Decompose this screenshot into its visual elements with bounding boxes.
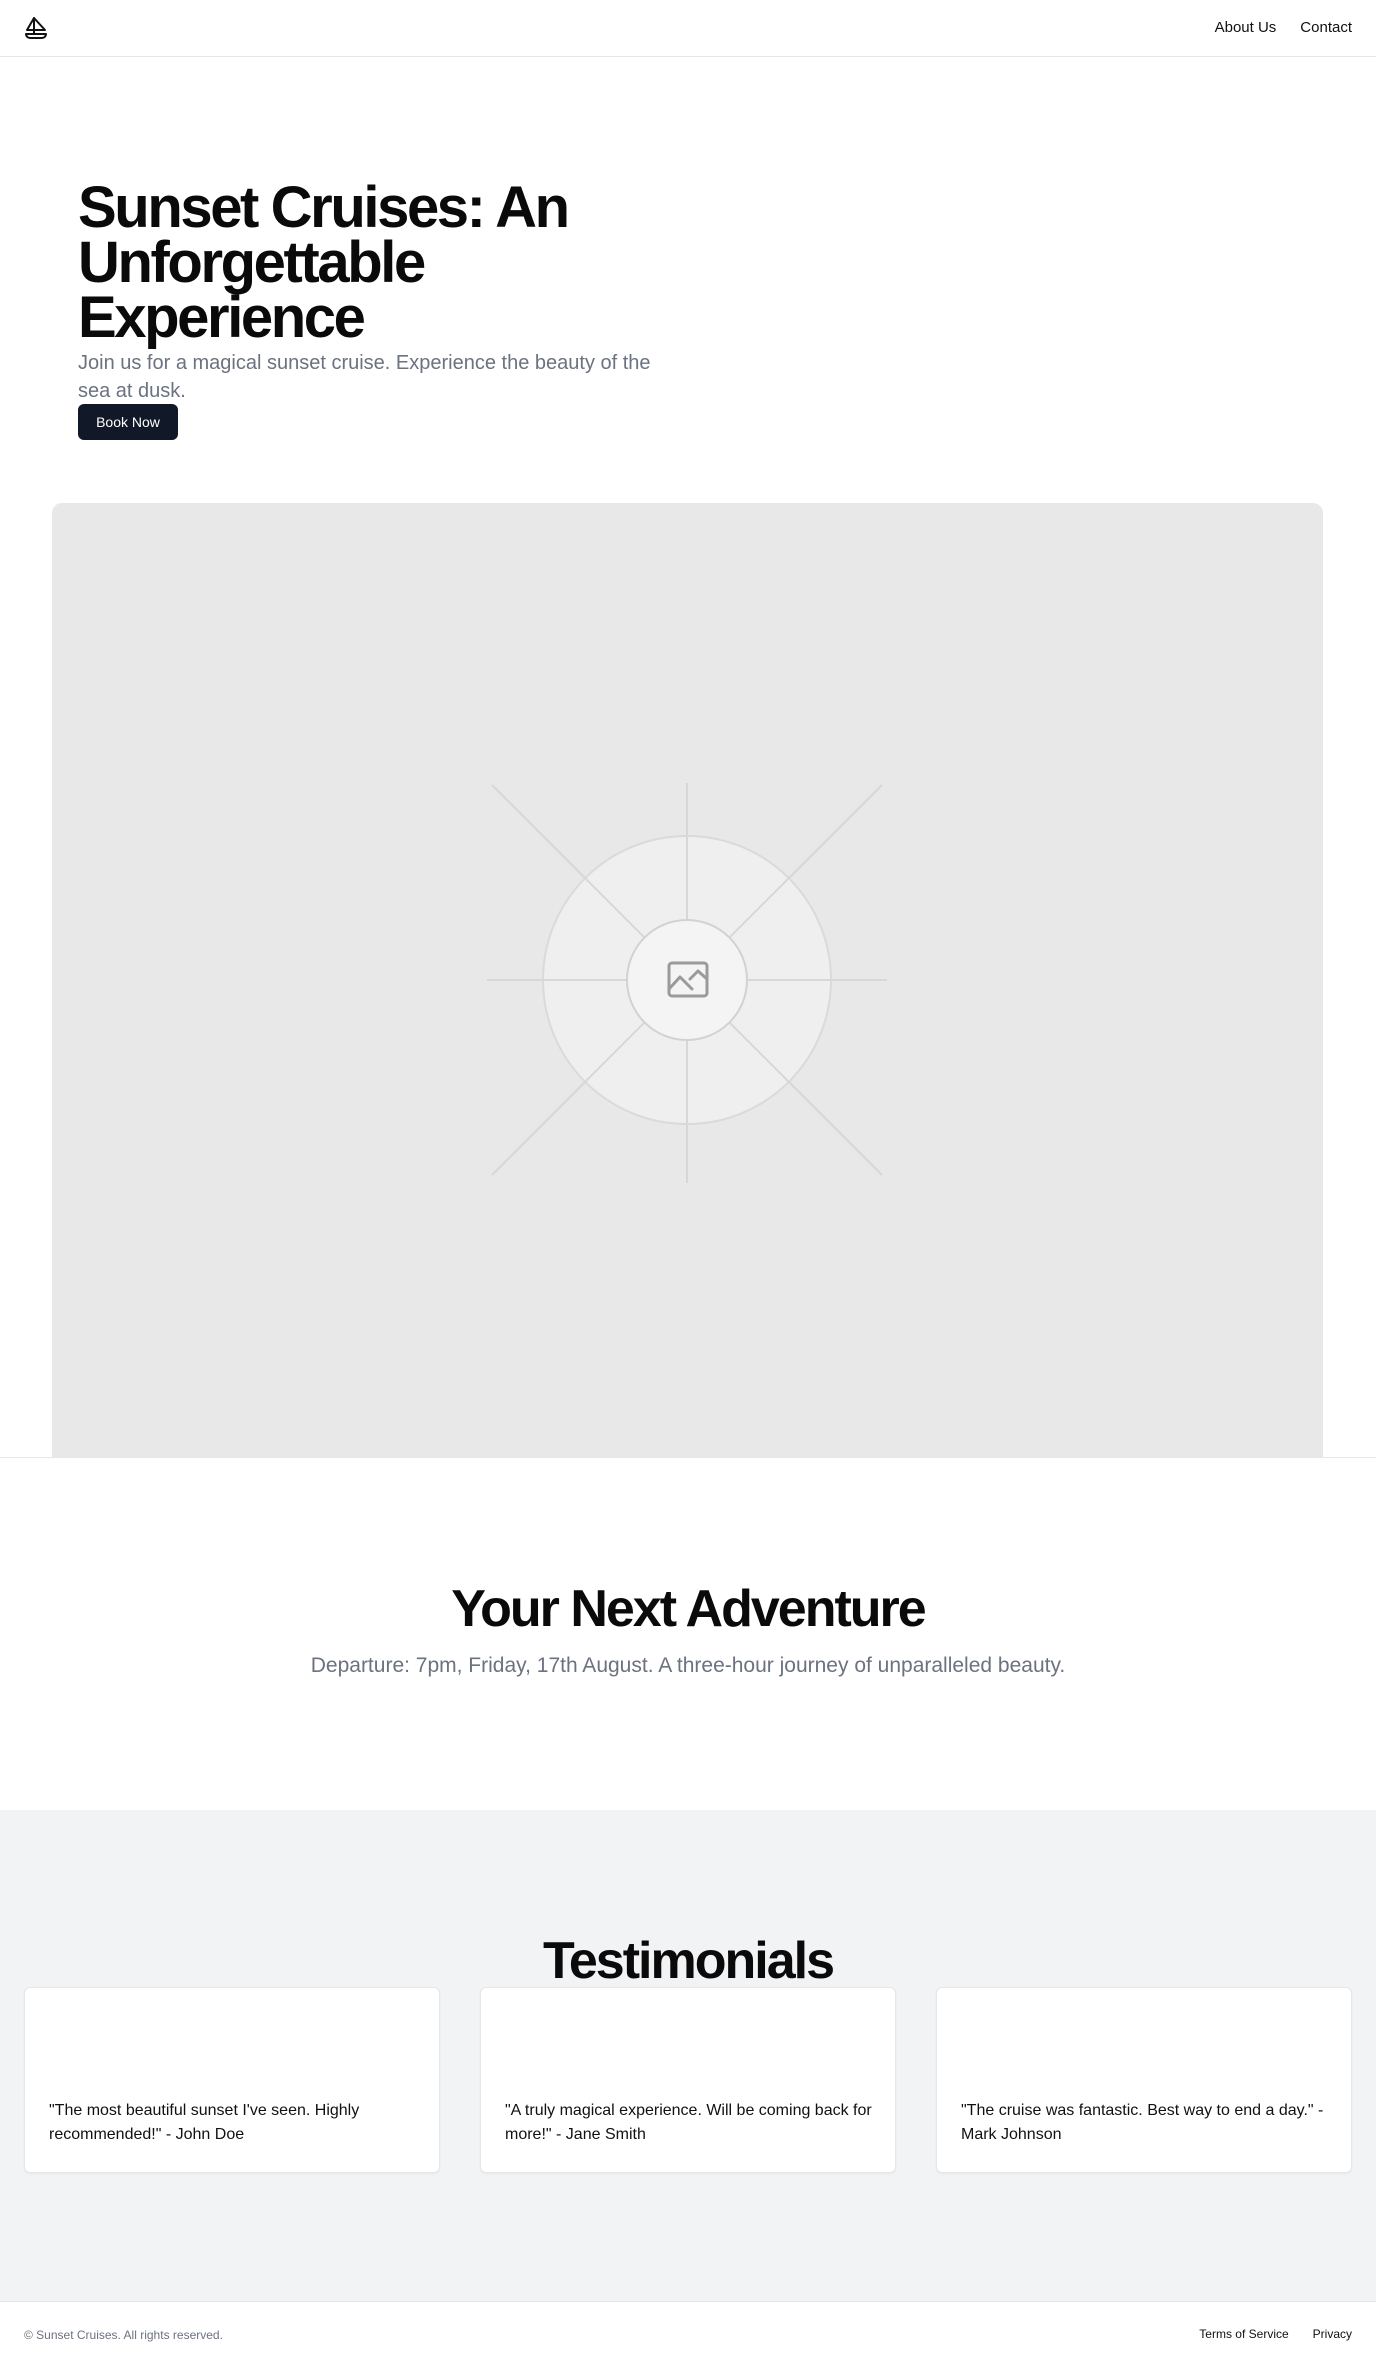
site-header: About Us Contact — [0, 0, 1376, 57]
testimonial-quote: "The most beautiful sunset I've seen. Hi… — [49, 2102, 360, 2143]
footer-links: Terms of Service Privacy — [1199, 2327, 1352, 2341]
book-now-button[interactable]: Book Now — [78, 404, 178, 440]
sailboat-icon[interactable] — [24, 16, 48, 40]
section-divider — [0, 1457, 1376, 1458]
testimonials-section: Testimonials "The most beautiful sunset … — [0, 1810, 1376, 2302]
copyright-text: © Sunset Cruises. All rights reserved. — [24, 2328, 223, 2342]
adventure-title: Your Next Adventure — [451, 1580, 926, 1638]
hero-subtitle: Join us for a magical sunset cruise. Exp… — [78, 352, 651, 402]
testimonial-card: "The cruise was fantastic. Best way to e… — [936, 1987, 1352, 2173]
privacy-link[interactable]: Privacy — [1313, 2327, 1352, 2341]
placeholder-graphic — [487, 783, 887, 1183]
main-nav: About Us Contact — [1215, 19, 1352, 36]
nav-contact[interactable]: Contact — [1300, 19, 1352, 36]
hero-title: Sunset Cruises: An Unforgettable Experie… — [78, 175, 570, 350]
testimonial-card: "A truly magical experience. Will be com… — [480, 1987, 896, 2173]
adventure-subtitle: Departure: 7pm, Friday, 17th August. A t… — [310, 1654, 1066, 1677]
testimonial-quote: "A truly magical experience. Will be com… — [505, 2102, 872, 2143]
nav-about-us[interactable]: About Us — [1215, 19, 1277, 36]
testimonial-quote: "The cruise was fantastic. Best way to e… — [961, 2102, 1324, 2143]
hero-image-placeholder — [52, 503, 1323, 1458]
terms-of-service-link[interactable]: Terms of Service — [1199, 2327, 1288, 2341]
testimonials-title: Testimonials — [542, 1932, 835, 1990]
site-footer: © Sunset Cruises. All rights reserved. T… — [0, 2301, 1376, 2365]
testimonial-card: "The most beautiful sunset I've seen. Hi… — [24, 1987, 440, 2173]
